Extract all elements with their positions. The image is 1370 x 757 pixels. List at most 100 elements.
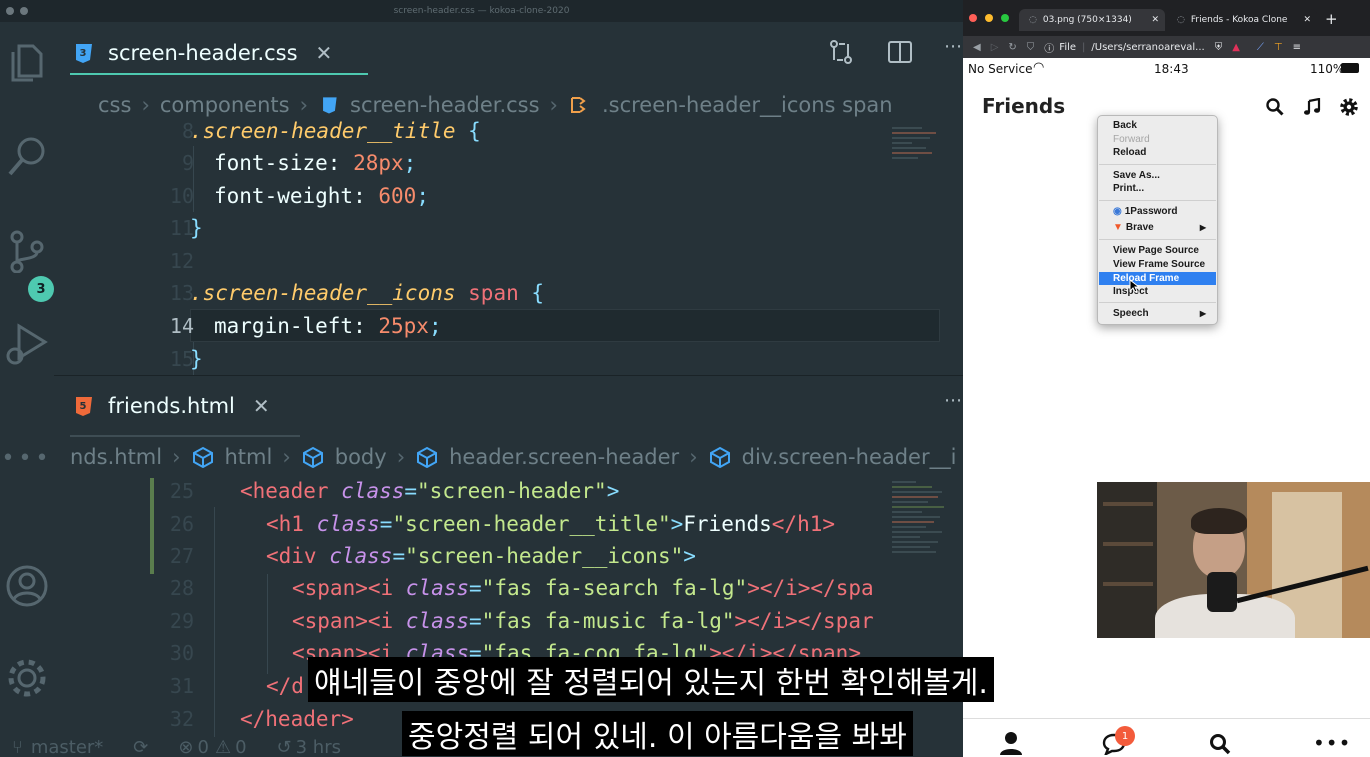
music-icon[interactable] — [1303, 98, 1321, 116]
code-line: 28 <span><i class="fas fa-search fa-lg"><… — [54, 571, 963, 604]
line-number: 30 — [169, 640, 194, 665]
menu-item-save-as[interactable]: Save As... — [1099, 169, 1216, 182]
menu-item-speech[interactable]: Speech ▶ — [1099, 307, 1216, 320]
sync-icon[interactable]: ⟳ — [133, 737, 148, 757]
search-icon[interactable] — [5, 134, 49, 178]
menu-item-1password[interactable]: ◉ 1Password — [1099, 205, 1216, 218]
menu-item-label: 1Password — [1124, 206, 1178, 217]
close-tab-icon[interactable]: ✕ — [316, 41, 333, 65]
line-number: 8 — [181, 118, 194, 143]
menu-separator — [1099, 302, 1216, 303]
breadcrumb-item[interactable]: div.screen-header__i — [742, 445, 957, 469]
git-branch-label[interactable]: master* — [31, 737, 103, 757]
reload-icon[interactable]: ↻ — [1008, 42, 1016, 53]
menu-item-view-page-source[interactable]: View Page Source — [1099, 244, 1216, 257]
menu-item-inspect[interactable]: Inspect — [1099, 285, 1216, 298]
split-editor-icon[interactable] — [887, 40, 913, 64]
line-number: 26 — [169, 511, 194, 536]
open-changes-icon[interactable] — [827, 38, 855, 66]
maximize-window-dot[interactable] — [1001, 14, 1009, 22]
explorer-icon[interactable] — [5, 40, 49, 84]
browser-tab[interactable]: ◌ Friends - Kokoa Clone ✕ — [1167, 9, 1317, 31]
menu-icon[interactable]: ≡ — [1293, 42, 1301, 53]
extension-icon[interactable]: ⟋ — [1257, 42, 1264, 53]
element-cube-icon — [417, 446, 438, 468]
browser-tab[interactable]: ◌ 03.png (750×1334) ✕ — [1019, 9, 1165, 31]
extension-icon[interactable]: ⊤ — [1274, 42, 1283, 53]
html-string: "screen-header" — [417, 478, 607, 503]
menu-item-view-frame-source[interactable]: View Frame Source — [1099, 258, 1216, 271]
breadcrumb-item[interactable]: html — [225, 445, 273, 469]
minimize-window-dot[interactable] — [985, 14, 993, 22]
new-tab-icon[interactable]: + — [1325, 10, 1338, 28]
search-icon[interactable] — [1209, 733, 1231, 755]
html-string: "fas fa-music fa-lg" — [481, 608, 735, 633]
back-icon[interactable]: ◀ — [973, 42, 981, 53]
minimap[interactable] — [892, 478, 947, 556]
line-number: 32 — [169, 706, 194, 731]
brave-rewards-icon[interactable]: ▲ — [1232, 42, 1240, 53]
source-control-icon[interactable] — [5, 229, 49, 273]
code-line: 9 font-size: 28px; — [54, 146, 963, 179]
search-icon[interactable] — [1266, 98, 1284, 116]
html-tag: > — [670, 511, 684, 536]
breadcrumb-item[interactable]: nds.html — [70, 445, 162, 469]
subtitle-line-2: 중앙정렬 되어 있네. 이 아름다움을 봐봐 — [402, 711, 913, 756]
info-icon[interactable]: ⓘ — [1044, 40, 1054, 55]
carrier: No Service — [968, 62, 1033, 76]
line-number: 29 — [169, 608, 194, 633]
html-attribute: class — [316, 511, 380, 536]
breadcrumb-item[interactable]: header.screen-header — [449, 445, 679, 469]
chat-notification-badge: 1 — [1115, 726, 1135, 746]
more-actions-icon[interactable]: ⋯ — [944, 36, 962, 57]
address-bar[interactable]: /Users/serranoareval... — [1091, 42, 1204, 53]
git-branch-icon[interactable]: ⑂ — [12, 737, 23, 757]
time-tracker: 3 hrs — [295, 736, 341, 757]
menu-item-back[interactable]: Back — [1099, 119, 1216, 132]
warnings-count[interactable]: 0 — [235, 737, 246, 757]
close-tab-icon[interactable]: ✕ — [253, 394, 270, 418]
more-views-icon[interactable]: ••• — [2, 436, 49, 480]
more-icon[interactable]: ••• — [1313, 731, 1351, 755]
tab-friends-html[interactable]: 5 friends.html ✕ — [70, 384, 270, 428]
warnings-icon[interactable]: ⚠ — [215, 737, 231, 757]
forward-icon[interactable]: ▷ — [991, 42, 999, 53]
close-tab-icon[interactable]: ✕ — [1151, 15, 1159, 25]
html-tag: </h1> — [771, 511, 835, 536]
menu-item-reload-frame[interactable]: Reload Frame — [1099, 272, 1216, 285]
more-actions-icon[interactable]: ⋯ — [944, 390, 962, 411]
run-debug-icon[interactable] — [5, 322, 49, 366]
html-text: Friends — [683, 511, 772, 536]
account-icon[interactable] — [5, 564, 49, 608]
editor-group-divider[interactable] — [54, 375, 963, 376]
tab-screen-header-css[interactable]: 3 screen-header.css ✕ — [70, 31, 332, 75]
history-icon: ↺ — [276, 736, 292, 757]
user-icon[interactable] — [1000, 731, 1022, 755]
bookmark-icon[interactable]: ⛉ — [1027, 42, 1035, 53]
menu-item-forward[interactable]: Forward — [1099, 133, 1216, 146]
settings-gear-icon[interactable] — [5, 656, 49, 700]
code-line: 14 margin-left: 25px; — [54, 309, 963, 342]
html-string: "screen-header__title" — [392, 511, 671, 536]
svg-text:3: 3 — [80, 48, 87, 59]
brave-shield-icon[interactable]: ⛨ — [1215, 42, 1223, 53]
errors-icon[interactable]: ⊗ — [178, 737, 193, 757]
cog-icon[interactable] — [1340, 98, 1358, 116]
errors-count[interactable]: 0 — [197, 737, 208, 757]
menu-item-brave[interactable]: ▼ Brave ▶ — [1099, 221, 1216, 234]
line-number: 13 — [169, 280, 194, 305]
menu-item-reload[interactable]: Reload — [1099, 146, 1216, 159]
breadcrumb-item[interactable]: body — [335, 445, 387, 469]
equals: = — [404, 478, 418, 503]
css-property: font-size: — [214, 150, 354, 175]
bottom-breadcrumb: nds.html › html › body › header.screen-head… — [70, 445, 957, 469]
code-line: 29 <span><i class="fas fa-music fa-lg"></… — [54, 604, 963, 637]
minimap[interactable] — [892, 124, 947, 162]
top-editor-pane[interactable]: 8 .screen-header__title { 9 font-size: 28p… — [54, 114, 963, 375]
semicolon: ; — [416, 183, 429, 208]
address-prefix: File — [1059, 41, 1077, 53]
menu-item-print[interactable]: Print... — [1099, 182, 1216, 195]
css-selector: .screen-header__title — [190, 118, 456, 143]
close-tab-icon[interactable]: ✕ — [1303, 15, 1311, 25]
close-window-dot[interactable] — [969, 14, 977, 22]
